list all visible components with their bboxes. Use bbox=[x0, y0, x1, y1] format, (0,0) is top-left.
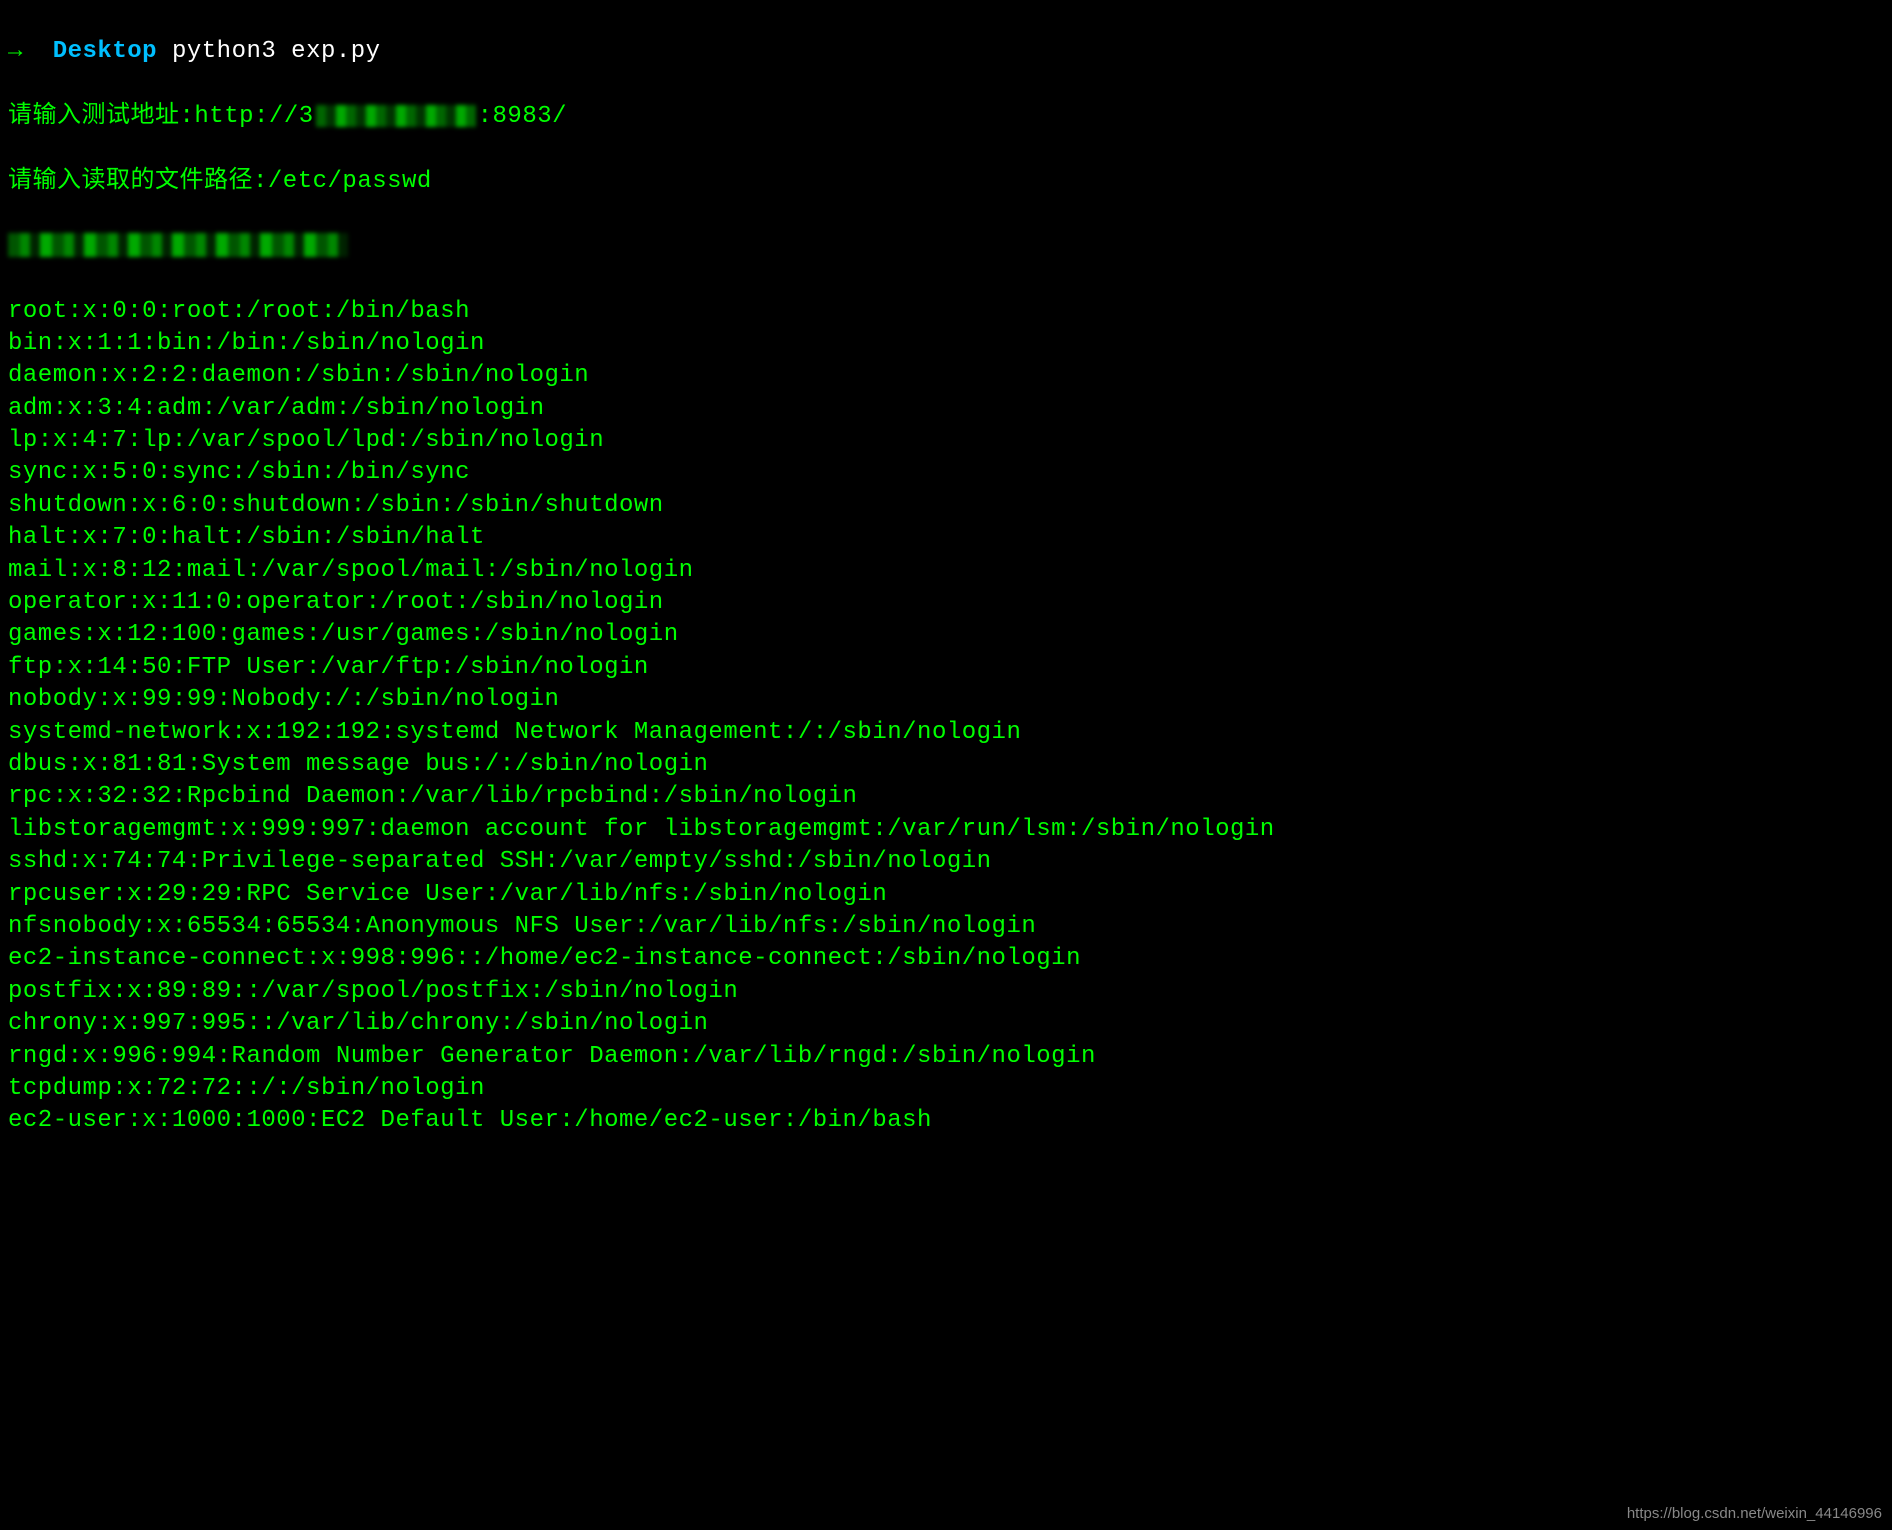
passwd-line: rpcuser:x:29:29:RPC Service User:/var/li… bbox=[8, 879, 1884, 911]
passwd-line: root:x:0:0:root:/root:/bin/bash bbox=[8, 296, 1884, 328]
input-url-suffix: :8983/ bbox=[478, 103, 567, 130]
passwd-line: rpc:x:32:32:Rpcbind Daemon:/var/lib/rpcb… bbox=[8, 781, 1884, 813]
input-url-prefix: http://3 bbox=[194, 103, 313, 130]
passwd-line: shutdown:x:6:0:shutdown:/sbin:/sbin/shut… bbox=[8, 490, 1884, 522]
prompt-arrow-icon: → bbox=[8, 38, 23, 65]
passwd-line: sync:x:5:0:sync:/sbin:/bin/sync bbox=[8, 457, 1884, 489]
passwd-line: chrony:x:997:995::/var/lib/chrony:/sbin/… bbox=[8, 1008, 1884, 1040]
redacted-line bbox=[8, 231, 1884, 263]
passwd-line: rngd:x:996:994:Random Number Generator D… bbox=[8, 1041, 1884, 1073]
input-path-label: 请输入读取的文件路径: bbox=[8, 168, 268, 195]
input-path-line: 请输入读取的文件路径:/etc/passwd bbox=[8, 166, 1884, 198]
prompt-line: → Desktop python3 exp.py bbox=[8, 36, 1884, 68]
input-path-value: /etc/passwd bbox=[268, 168, 432, 195]
passwd-line: daemon:x:2:2:daemon:/sbin:/sbin/nologin bbox=[8, 360, 1884, 392]
passwd-line: operator:x:11:0:operator:/root:/sbin/nol… bbox=[8, 587, 1884, 619]
terminal-output[interactable]: → Desktop python3 exp.py 请输入测试地址:http://… bbox=[8, 4, 1884, 1170]
redacted-content bbox=[8, 233, 348, 257]
passwd-line: systemd-network:x:192:192:systemd Networ… bbox=[8, 717, 1884, 749]
input-url-line: 请输入测试地址:http://3 :8983/ bbox=[8, 101, 1884, 133]
passwd-line: libstoragemgmt:x:999:997:daemon account … bbox=[8, 814, 1884, 846]
passwd-line: ec2-user:x:1000:1000:EC2 Default User:/h… bbox=[8, 1105, 1884, 1137]
prompt-command: python3 exp.py bbox=[172, 38, 381, 65]
passwd-line: adm:x:3:4:adm:/var/adm:/sbin/nologin bbox=[8, 393, 1884, 425]
passwd-line: tcpdump:x:72:72::/:/sbin/nologin bbox=[8, 1073, 1884, 1105]
input-url-label: 请输入测试地址: bbox=[8, 103, 194, 130]
passwd-line: dbus:x:81:81:System message bus:/:/sbin/… bbox=[8, 749, 1884, 781]
passwd-line: games:x:12:100:games:/usr/games:/sbin/no… bbox=[8, 619, 1884, 651]
passwd-line: bin:x:1:1:bin:/bin:/sbin/nologin bbox=[8, 328, 1884, 360]
watermark: https://blog.csdn.net/weixin_44146996 bbox=[1627, 1504, 1882, 1524]
passwd-line: ec2-instance-connect:x:998:996::/home/ec… bbox=[8, 943, 1884, 975]
passwd-line: lp:x:4:7:lp:/var/spool/lpd:/sbin/nologin bbox=[8, 425, 1884, 457]
prompt-directory: Desktop bbox=[53, 38, 157, 65]
passwd-line: nobody:x:99:99:Nobody:/:/sbin/nologin bbox=[8, 684, 1884, 716]
passwd-line: nfsnobody:x:65534:65534:Anonymous NFS Us… bbox=[8, 911, 1884, 943]
passwd-line: ftp:x:14:50:FTP User:/var/ftp:/sbin/nolo… bbox=[8, 652, 1884, 684]
passwd-line: halt:x:7:0:halt:/sbin:/sbin/halt bbox=[8, 522, 1884, 554]
passwd-line: postfix:x:89:89::/var/spool/postfix:/sbi… bbox=[8, 976, 1884, 1008]
passwd-line: mail:x:8:12:mail:/var/spool/mail:/sbin/n… bbox=[8, 555, 1884, 587]
passwd-output: root:x:0:0:root:/root:/bin/bashbin:x:1:1… bbox=[8, 296, 1884, 1138]
passwd-line: sshd:x:74:74:Privilege-separated SSH:/va… bbox=[8, 846, 1884, 878]
redacted-ip bbox=[316, 105, 476, 127]
